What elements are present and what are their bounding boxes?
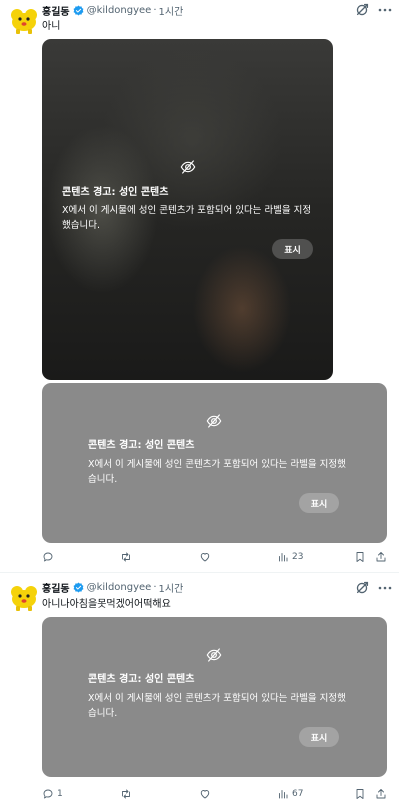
content-warning-title: 콘텐츠 경고: 성인 콘텐츠 [88, 674, 195, 685]
verified-badge-icon [73, 5, 84, 15]
heart-icon [200, 553, 210, 562]
view-count: 67 [292, 789, 304, 799]
bookmark-icon [356, 789, 364, 799]
heart-icon [200, 790, 210, 799]
reply-icon [43, 552, 53, 562]
retweet-icon [122, 789, 130, 799]
grok-icon[interactable] [355, 581, 369, 595]
sensitive-media[interactable]: 콘텐츠 경고: 성인 콘텐츠 X에서 이 게시물에 성인 콘텐츠가 포함되어 있… [42, 383, 387, 543]
view-count: 23 [292, 552, 304, 562]
tweet-actions: 1 67 [42, 786, 392, 802]
tweet-header: 홍길동 @kildongyee · 1시간 [42, 2, 183, 18]
share-button[interactable] [375, 786, 387, 802]
content-warning-description: X에서 이 게시물에 성인 콘텐츠가 포함되어 있다는 라벨을 지정했습니다. [88, 693, 346, 719]
retweet-button[interactable] [120, 786, 135, 802]
views-button[interactable]: 23 [277, 549, 303, 565]
author-name[interactable]: 홍길동 [42, 580, 70, 595]
tweet-time[interactable]: 1시간 [159, 3, 184, 18]
bookmark-icon [356, 552, 364, 562]
avatar-image [8, 581, 40, 613]
more-icon[interactable] [378, 5, 392, 15]
tweet-text: 아니 [42, 21, 61, 32]
eye-slash-icon [180, 160, 196, 174]
share-icon [376, 789, 386, 799]
show-button[interactable]: 표시 [299, 493, 339, 513]
bookmark-button[interactable] [354, 549, 366, 565]
tweet[interactable]: 홍길동 @kildongyee · 1시간 아니나아침을못먹겠어어떡해요 콘텐츠… [0, 573, 399, 811]
author-handle[interactable]: @kildongyee [87, 5, 152, 16]
tweet-text: 아니나아침을못먹겠어어떡해요 [42, 599, 171, 610]
content-warning-description: X에서 이 게시물에 성인 콘텐츠가 포함되어 있다는 라벨을 지정했습니다. [88, 459, 346, 485]
author-handle[interactable]: @kildongyee [87, 582, 152, 593]
reply-count: 1 [57, 789, 63, 799]
reply-icon [43, 789, 53, 799]
share-button[interactable] [375, 549, 387, 565]
separator-dot: · [153, 581, 157, 593]
grok-icon[interactable] [355, 3, 369, 17]
views-button[interactable]: 67 [277, 786, 303, 802]
bookmark-button[interactable] [354, 786, 366, 802]
reply-button[interactable] [42, 549, 57, 565]
like-button[interactable] [199, 786, 214, 802]
show-button[interactable]: 표시 [272, 239, 313, 259]
views-icon [279, 553, 288, 562]
avatar[interactable] [8, 4, 40, 36]
show-button[interactable]: 표시 [299, 727, 339, 747]
eye-slash-icon [206, 648, 222, 662]
avatar[interactable] [8, 581, 40, 613]
more-icon[interactable] [378, 583, 392, 593]
avatar-image [8, 4, 40, 36]
tweet-actions: 23 [42, 549, 392, 565]
tweet-time[interactable]: 1시간 [159, 580, 184, 595]
reply-button[interactable]: 1 [42, 786, 63, 802]
like-button[interactable] [199, 549, 214, 565]
retweet-button[interactable] [120, 549, 135, 565]
separator-dot: · [153, 4, 157, 16]
retweet-icon [122, 552, 130, 562]
author-name[interactable]: 홍길동 [42, 3, 70, 18]
content-warning-title: 콘텐츠 경고: 성인 콘텐츠 [62, 187, 169, 198]
tweet-header: 홍길동 @kildongyee · 1시간 [42, 579, 183, 595]
views-icon [279, 790, 288, 799]
eye-slash-icon [206, 414, 222, 428]
share-icon [376, 552, 386, 562]
sensitive-media[interactable]: 콘텐츠 경고: 성인 콘텐츠 X에서 이 게시물에 성인 콘텐츠가 포함되어 있… [42, 39, 333, 380]
sensitive-media[interactable]: 콘텐츠 경고: 성인 콘텐츠 X에서 이 게시물에 성인 콘텐츠가 포함되어 있… [42, 617, 387, 777]
content-warning-title: 콘텐츠 경고: 성인 콘텐츠 [88, 440, 195, 451]
content-warning-description: X에서 이 게시물에 성인 콘텐츠가 포함되어 있다는 라벨을 지정했습니다. [62, 205, 312, 231]
tweet[interactable]: 홍길동 @kildongyee · 1시간 아니 콘텐츠 경고: 성인 콘텐츠 … [0, 0, 399, 572]
verified-badge-icon [73, 582, 84, 592]
